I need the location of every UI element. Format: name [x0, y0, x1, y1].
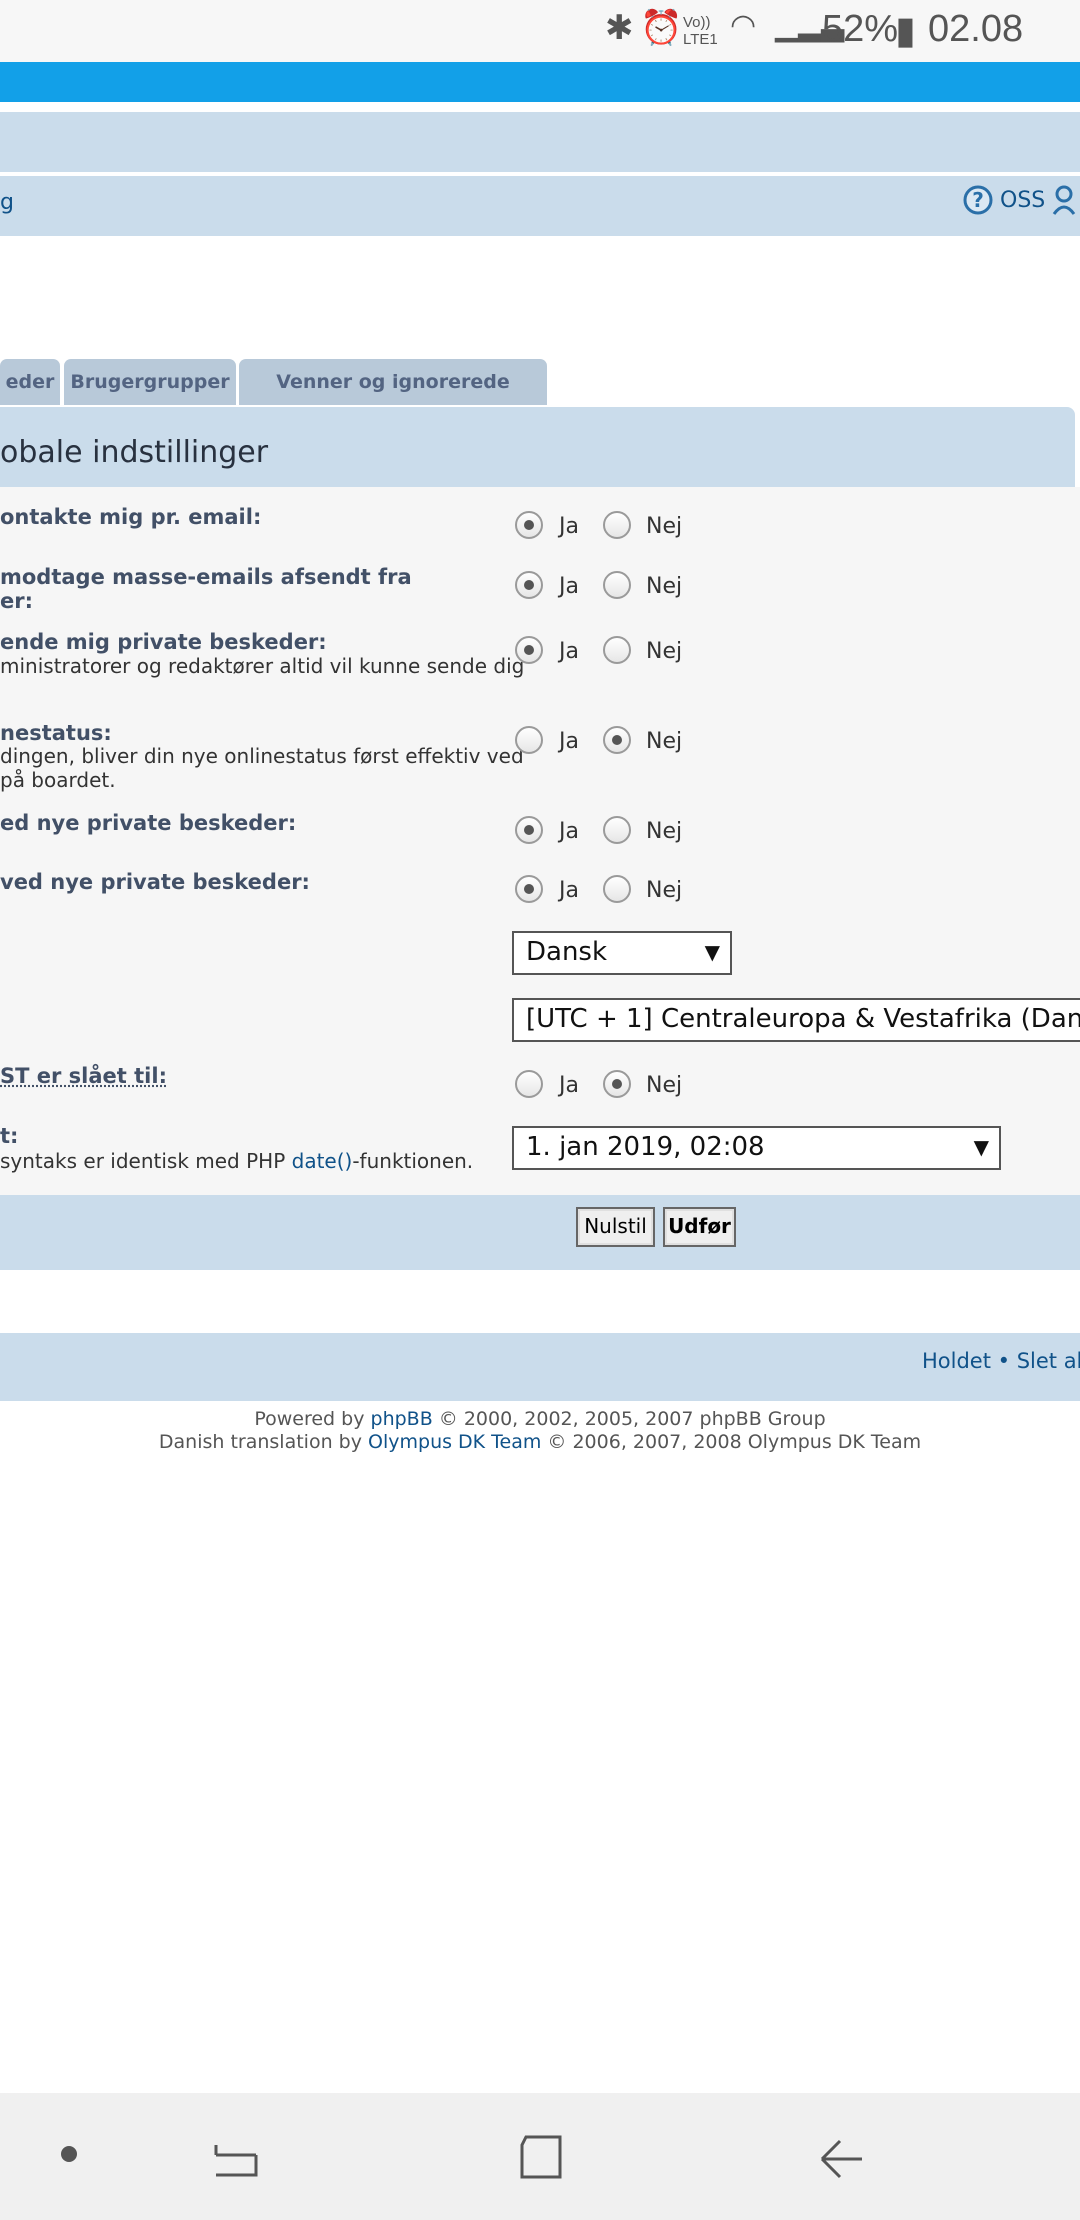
radio-label-no: Nej	[646, 514, 683, 539]
footer-links[interactable]: Holdet • Slet alle	[922, 1349, 1080, 1373]
submit-bar	[0, 1195, 1080, 1270]
navbar-top	[0, 112, 1080, 172]
radio-label-yes: Ja	[559, 514, 579, 539]
setting-label-massemail: modtage masse-emails afsendt fra	[0, 565, 412, 589]
dateformat-desc-suffix: -funktionen.	[352, 1149, 474, 1173]
nav-link-fragment[interactable]: g	[0, 190, 14, 215]
setting-desc-online-2: på boardet.	[0, 768, 116, 792]
timezone-select[interactable]: [UTC + 1] Centraleuropa & Vestafrika (Da…	[512, 998, 1080, 1042]
site-header-bar	[0, 62, 1080, 102]
radio-pm-no[interactable]	[603, 636, 631, 664]
phpbb-link[interactable]: phpBB	[371, 1408, 433, 1430]
radio-label-no: Nej	[646, 574, 683, 599]
tab-friends-foes[interactable]: Venner og ignorerede brugere	[239, 359, 547, 439]
radio-label-yes: Ja	[559, 574, 579, 599]
radio-label-yes: Ja	[559, 729, 579, 754]
navbar-links: g ? OSS	[0, 176, 1080, 236]
battery-percent: 52%	[822, 8, 899, 50]
radio-label-yes: Ja	[559, 878, 579, 903]
credits: Powered by phpBB © 2000, 2002, 2005, 200…	[0, 1408, 1080, 1454]
overview-square-icon[interactable]	[516, 2131, 566, 2185]
language-select[interactable]: Dansk ▼	[512, 931, 732, 975]
setting-desc-dateformat: syntaks er identisk med PHP date()-funkt…	[0, 1149, 473, 1173]
bluetooth-icon: ✱	[605, 9, 634, 47]
tab-usergroups[interactable]: Brugergrupper	[64, 359, 236, 405]
radio-online-yes[interactable]	[515, 726, 543, 754]
timezone-value: [UTC + 1] Centraleuropa & Vestafrika (Da…	[526, 1004, 1080, 1034]
php-date-link[interactable]: date()	[292, 1149, 353, 1173]
alarm-icon: ⏰	[640, 9, 683, 47]
radio-label-no: Nej	[646, 1073, 683, 1098]
setting-label-pm: ende mig private beskeder:	[0, 630, 327, 654]
home-dot-icon[interactable]	[58, 2143, 80, 2165]
powered-suffix: © 2000, 2002, 2005, 2007 phpBB Group	[432, 1408, 826, 1430]
radio-label-yes: Ja	[559, 1073, 579, 1098]
panel-title: obale indstillinger	[0, 435, 269, 470]
setting-label-massemail-2: er:	[0, 589, 33, 613]
setting-label-dst: ST er slået til:	[0, 1064, 167, 1088]
help-link[interactable]: OSS	[1000, 188, 1045, 213]
radio-massemail-no[interactable]	[603, 571, 631, 599]
svg-text:?: ?	[972, 188, 984, 212]
radio-label-yes: Ja	[559, 639, 579, 664]
radio-email-yes[interactable]	[515, 511, 543, 539]
setting-label-dateformat: t:	[0, 1124, 19, 1148]
language-value: Dansk	[526, 937, 608, 967]
radio-label-no: Nej	[646, 729, 683, 754]
radio-notify-pm-yes[interactable]	[515, 816, 543, 844]
dropdown-arrow-icon: ▼	[973, 1135, 989, 1159]
setting-label-online: nestatus:	[0, 721, 112, 745]
battery-icon: ▮	[895, 10, 916, 52]
radio-popup-pm-yes[interactable]	[515, 875, 543, 903]
reset-button[interactable]: Nulstil	[576, 1207, 655, 1247]
radio-label-yes: Ja	[559, 819, 579, 844]
radio-label-no: Nej	[646, 878, 683, 903]
members-icon[interactable]	[1052, 184, 1080, 222]
translation-prefix: Danish translation by	[158, 1431, 369, 1453]
setting-desc-online: dingen, bliver din nye onlinestatus førs…	[0, 744, 524, 768]
setting-label-email: ontakte mig pr. email:	[0, 505, 262, 529]
dateformat-value: 1. jan 2019, 02:08	[526, 1132, 765, 1162]
setting-desc-pm: ministratorer og redaktører altid vil ku…	[0, 654, 525, 678]
radio-dst-no[interactable]	[603, 1070, 631, 1098]
tab-messages[interactable]: eder	[0, 359, 60, 405]
setting-label-popup-pm: ved nye private beskeder:	[0, 870, 310, 894]
setting-label-notify-pm: ed nye private beskeder:	[0, 811, 297, 835]
back-arrow-icon[interactable]	[816, 2133, 868, 2183]
dateformat-select[interactable]: 1. jan 2019, 02:08 ▼	[512, 1126, 1001, 1170]
radio-email-no[interactable]	[603, 511, 631, 539]
submit-button[interactable]: Udfør	[663, 1207, 736, 1247]
radio-popup-pm-no[interactable]	[603, 875, 631, 903]
radio-pm-yes[interactable]	[515, 636, 543, 664]
radio-dst-yes[interactable]	[515, 1070, 543, 1098]
radio-label-no: Nej	[646, 819, 683, 844]
translation-suffix: © 2006, 2007, 2008 Olympus DK Team	[541, 1431, 922, 1453]
powered-by-line: Powered by phpBB © 2000, 2002, 2005, 200…	[0, 1408, 1080, 1431]
recents-icon[interactable]	[212, 2133, 262, 2183]
system-nav-bar	[0, 2093, 1080, 2220]
translation-line: Danish translation by Olympus DK Team © …	[0, 1431, 1080, 1454]
clock: 02.08	[928, 8, 1024, 50]
powered-prefix: Powered by	[254, 1408, 371, 1430]
footer-navbar: Holdet • Slet alle	[0, 1333, 1080, 1401]
help-icon[interactable]: ?	[962, 184, 996, 222]
radio-massemail-yes[interactable]	[515, 571, 543, 599]
radio-notify-pm-no[interactable]	[603, 816, 631, 844]
radio-online-no[interactable]	[603, 726, 631, 754]
dst-label-text: ST er slået til:	[0, 1064, 167, 1088]
status-bar: ✱ ⏰ Vo)) LTE1 ◠ ▁▂▃ 52% ▮ 02.08	[0, 0, 1080, 62]
olympus-link[interactable]: Olympus DK Team	[368, 1431, 541, 1453]
wifi-icon: ◠	[730, 9, 757, 42]
dropdown-arrow-icon: ▼	[704, 940, 720, 964]
radio-label-no: Nej	[646, 639, 683, 664]
dateformat-desc-prefix: syntaks er identisk med PHP	[0, 1149, 292, 1173]
volte-icon: Vo)) LTE1	[683, 14, 718, 48]
